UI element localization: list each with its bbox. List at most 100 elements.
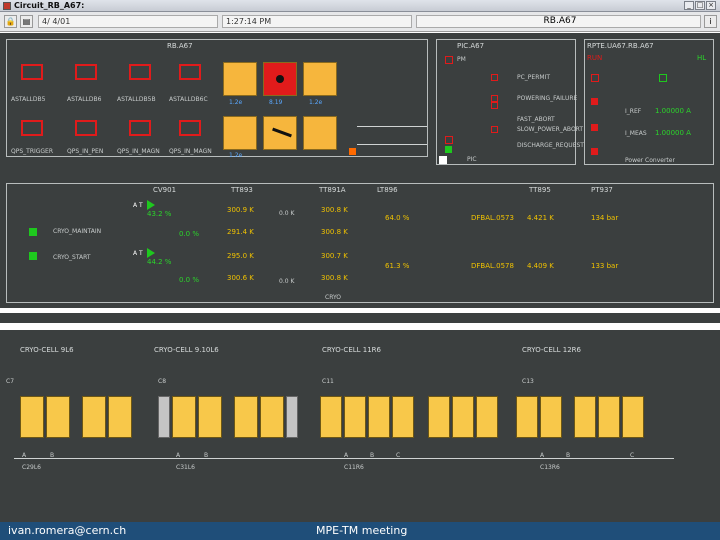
cell-3-box-7[interactable] (476, 396, 498, 438)
pic-ok-indicator[interactable] (445, 146, 452, 153)
minimize-button[interactable]: _ (684, 1, 694, 10)
i-ref-label: I_REF (625, 108, 642, 115)
qps-2-indicator[interactable] (75, 120, 97, 136)
cell-2-box-1[interactable] (172, 396, 196, 438)
pc-value-4: 1.2e (229, 152, 243, 159)
pic-row-1-label: PC_PERMIT (517, 74, 550, 81)
slide-footer: ivan.romera@cern.ch MPE-TM meeting (0, 522, 720, 540)
extra-value-1: 0.0 K (279, 210, 295, 217)
pc-indicator-5[interactable] (591, 148, 598, 155)
cryo-start-label: CRYO_START (53, 254, 91, 261)
cell-4-box-1[interactable] (516, 396, 538, 438)
valve-1-label: A T (133, 202, 143, 209)
maximize-button[interactable]: □ (695, 1, 705, 10)
lt896-value-1: 64.0 % (385, 214, 410, 222)
info-icon[interactable]: i (704, 15, 717, 28)
pt937-value-2: 133 bar (591, 262, 619, 270)
close-button[interactable]: × (706, 1, 716, 10)
pc-panel: RPTE.UA67.RB.A67 RUN HL I_REF 1.00000 A … (584, 39, 714, 165)
heater-indicator[interactable] (349, 148, 356, 155)
window-titlebar: Circuit_RB_A67: _ □ × (0, 0, 720, 12)
pic-row-4-indicator[interactable] (491, 126, 498, 133)
cell-3-foot-label: C11R6 (344, 464, 364, 471)
cell-2-box-grey-2[interactable] (286, 396, 298, 438)
pic-row-5-label: DISCHARGE_REQUEST (517, 142, 584, 149)
cell-2-foot-label: C31L6 (176, 464, 195, 471)
cell-1-box-1[interactable] (20, 396, 44, 438)
print-icon[interactable]: ▤ (20, 15, 33, 28)
cell-3-box-2[interactable] (344, 396, 366, 438)
pc-block-1[interactable] (223, 62, 257, 96)
tt891-value-3: 300.7 K (321, 252, 348, 260)
pc-indicator-2[interactable] (659, 74, 667, 82)
pc-indicator-3[interactable] (591, 98, 598, 105)
cell-3-box-1[interactable] (320, 396, 342, 438)
cell-4-box-4[interactable] (598, 396, 620, 438)
pc-block-3[interactable] (303, 62, 337, 96)
cryo-start-indicator[interactable] (29, 252, 37, 260)
separator-band (0, 313, 720, 323)
cryo-col-lt896: LT896 (377, 186, 398, 194)
cell-3-box-3[interactable] (368, 396, 390, 438)
link-line-1 (357, 126, 427, 127)
pic-row-2-indicator[interactable] (491, 95, 498, 102)
tt893-value-3: 295.0 K (227, 252, 254, 260)
switch-3-indicator[interactable] (129, 64, 151, 80)
switch-2-indicator[interactable] (75, 64, 97, 80)
app-icon (3, 2, 11, 10)
cell-2-box-grey-1[interactable] (158, 396, 170, 438)
cell-3-box-5[interactable] (428, 396, 450, 438)
pic-discharge-indicator[interactable] (445, 136, 453, 144)
qps-panel: RB.A67 ASTALLDB5 ASTALLDB6 ASTALLDB5B AS… (6, 39, 428, 159)
tt895-value-1: 4.421 K (527, 214, 554, 222)
cell-1-box-3[interactable] (82, 396, 106, 438)
pc-block-5[interactable] (263, 116, 297, 150)
qps-1-indicator[interactable] (21, 120, 43, 136)
pc-block-4[interactable] (223, 116, 257, 150)
switch-4-indicator[interactable] (179, 64, 201, 80)
cell-group-3-subtitle: C11 (322, 378, 334, 385)
cell-1-box-4[interactable] (108, 396, 132, 438)
cell-2-box-2[interactable] (198, 396, 222, 438)
cell-4-box-3[interactable] (574, 396, 596, 438)
qps-4-label: QPS_IN_MAGN (169, 148, 212, 155)
cell-3-box-6[interactable] (452, 396, 474, 438)
switch-3-label: ASTALLDB5B (117, 96, 156, 103)
pc-block-2[interactable] (263, 62, 297, 96)
cell-4-box-5[interactable] (622, 396, 644, 438)
pc-block-6[interactable] (303, 116, 337, 150)
cell-1-box-2[interactable] (46, 396, 70, 438)
cell-2-box-3[interactable] (234, 396, 258, 438)
tt893-value-2: 291.4 K (227, 228, 254, 236)
pc-indicator-1[interactable] (591, 74, 599, 82)
cell-3-box-4[interactable] (392, 396, 414, 438)
valve-2-icon[interactable] (147, 248, 155, 258)
pic-row-1-indicator[interactable] (491, 74, 498, 81)
valve-4-value: 0.0 % (179, 276, 200, 284)
cryo-col-tt893: TT893 (231, 186, 253, 194)
cell-1-foot-label: C29L6 (22, 464, 41, 471)
pic-indicator-top[interactable] (445, 56, 453, 64)
qps-3-indicator[interactable] (129, 120, 151, 136)
cell-4-box-2[interactable] (540, 396, 562, 438)
cells-baseline (14, 458, 674, 459)
switch-1-indicator[interactable] (21, 64, 43, 80)
valve-2-label: A T (133, 250, 143, 257)
cryo-maintain-indicator[interactable] (29, 228, 37, 236)
qps-4-indicator[interactable] (179, 120, 201, 136)
cryo-col-tt895: TT895 (529, 186, 551, 194)
valve-2-value: 44.2 % (147, 258, 172, 266)
cell-2-box-4[interactable] (260, 396, 284, 438)
pc-indicator-4[interactable] (591, 124, 598, 131)
switch-4-label: ASTALLDB6C (169, 96, 208, 103)
tt891-value-2: 300.8 K (321, 228, 348, 236)
pic-row-4-label: SLOW_POWER_ABORT (517, 126, 584, 133)
cryo-col-tt891a: TT891A (319, 186, 346, 194)
pc-panel-title: RPTE.UA67.RB.A67 (587, 42, 654, 50)
pic-row-3-indicator[interactable] (491, 102, 498, 109)
lock-icon[interactable]: 🔒 (4, 15, 17, 28)
window-title: Circuit_RB_A67: (14, 1, 85, 10)
valve-1-icon[interactable] (147, 200, 155, 210)
qps-3-label: QPS_IN_MAGN (117, 148, 160, 155)
cryo-col-pt937: PT937 (591, 186, 613, 194)
